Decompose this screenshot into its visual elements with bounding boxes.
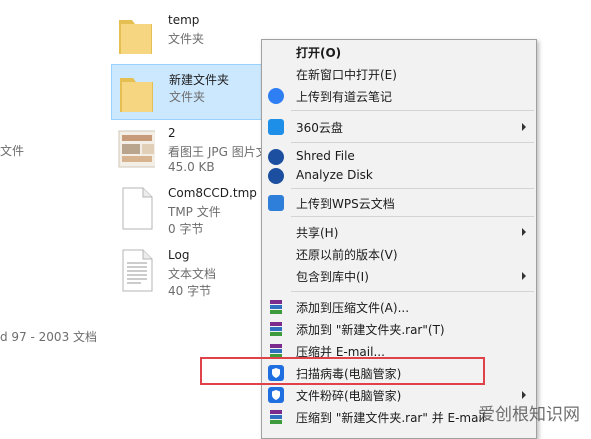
- folder-icon: [120, 78, 153, 112]
- file-item-log[interactable]: Log 文本文档 40 字节: [111, 242, 271, 298]
- wps-cloud-icon: [268, 195, 284, 211]
- menu-item-analyze-disk[interactable]: Analyze Disk: [262, 166, 536, 186]
- file-type: TMP 文件: [168, 205, 221, 219]
- submenu-arrow-icon: [522, 123, 526, 131]
- menu-separator: [291, 142, 534, 143]
- menu-item-label: 文件粉碎(电脑管家): [296, 389, 402, 403]
- menu-item-open-new-window[interactable]: 在新窗口中打开(E): [262, 64, 536, 84]
- file-item-new-folder[interactable]: 新建文件夹 文件夹: [111, 64, 271, 120]
- menu-separator: [291, 291, 534, 292]
- file-type: 文本文档: [168, 267, 217, 281]
- menu-separator: [291, 110, 534, 111]
- file-name: 2: [168, 126, 176, 140]
- file-name: Com8CCD.tmp: [168, 186, 257, 200]
- file-type: 文件夹: [168, 32, 205, 46]
- text-file-icon: [122, 249, 153, 292]
- file-item-com8ccd[interactable]: Com8CCD.tmp TMP 文件 0 字节: [111, 180, 271, 236]
- menu-item-label: 包含到库中(I): [296, 270, 369, 284]
- submenu-arrow-icon: [522, 391, 526, 399]
- submenu-arrow-icon: [522, 228, 526, 236]
- menu-item-open[interactable]: 打开(O): [262, 42, 536, 62]
- youdao-note-icon: [268, 88, 284, 104]
- file-size: 45.0 KB: [168, 160, 215, 174]
- file-size: 0 字节: [168, 222, 204, 236]
- file-type: 看图王 JPG 图片文: [168, 145, 268, 159]
- menu-item-share[interactable]: 共享(H): [262, 222, 536, 242]
- image-thumbnail-icon: [118, 130, 155, 168]
- highlight-annotation-box: [200, 357, 485, 385]
- menu-item-label: 在新窗口中打开(E): [296, 68, 397, 82]
- menu-item-label: 添加到压缩文件(A)...: [296, 301, 410, 315]
- left-column-text: 文件: [0, 144, 25, 158]
- menu-item-shred-file[interactable]: Shred File: [262, 147, 536, 167]
- submenu-arrow-icon: [522, 272, 526, 280]
- winrar-icon: [270, 410, 282, 424]
- file-item-temp[interactable]: temp 文件夹: [111, 7, 271, 63]
- menu-separator: [291, 216, 534, 217]
- menu-item-label: 上传到有道云笔记: [296, 90, 393, 104]
- menu-item-label: 添加到 "新建文件夹.rar"(T): [296, 323, 445, 337]
- menu-item-label: 共享(H): [296, 226, 339, 240]
- file-type: 文件夹: [169, 90, 206, 104]
- file-size: 40 字节: [168, 284, 212, 298]
- menu-item-label: 压缩到 "新建文件夹.rar" 并 E-mail: [296, 411, 486, 425]
- 360-cloud-icon: [268, 119, 284, 135]
- menu-item-360-cloud[interactable]: 360云盘: [262, 117, 536, 137]
- winrar-icon: [270, 322, 282, 336]
- menu-item-label: Shred File: [296, 149, 355, 163]
- folder-icon: [119, 20, 152, 54]
- file-item-2[interactable]: 2 看图王 JPG 图片文 45.0 KB: [111, 120, 271, 176]
- menu-separator: [291, 188, 534, 189]
- menu-item-add-to-archive[interactable]: 添加到压缩文件(A)...: [262, 297, 536, 317]
- file-name: temp: [168, 13, 200, 27]
- file-name: 新建文件夹: [169, 73, 230, 87]
- menu-item-label: 打开(O): [296, 46, 342, 60]
- tencent-shield-icon: [268, 387, 284, 403]
- shred-icon: [268, 149, 284, 165]
- menu-item-add-to-rar[interactable]: 添加到 "新建文件夹.rar"(T): [262, 319, 536, 339]
- menu-item-label: 还原以前的版本(V): [296, 248, 398, 262]
- menu-item-label: 上传到WPS云文档: [296, 197, 395, 211]
- analyze-disk-icon: [268, 168, 284, 184]
- file-name: Log: [168, 248, 190, 262]
- menu-item-label: 360云盘: [296, 121, 343, 135]
- winrar-icon: [270, 300, 282, 314]
- menu-item-wps-cloud[interactable]: 上传到WPS云文档: [262, 193, 536, 213]
- menu-item-restore-versions[interactable]: 还原以前的版本(V): [262, 244, 536, 264]
- menu-item-include-library[interactable]: 包含到库中(I): [262, 266, 536, 286]
- left-column-text: d 97 - 2003 文档: [0, 330, 98, 344]
- blank-file-icon: [122, 187, 153, 230]
- watermark: 爱创根知识网: [478, 405, 580, 425]
- menu-item-label: Analyze Disk: [296, 168, 373, 182]
- menu-item-youdao-note[interactable]: 上传到有道云笔记: [262, 86, 536, 106]
